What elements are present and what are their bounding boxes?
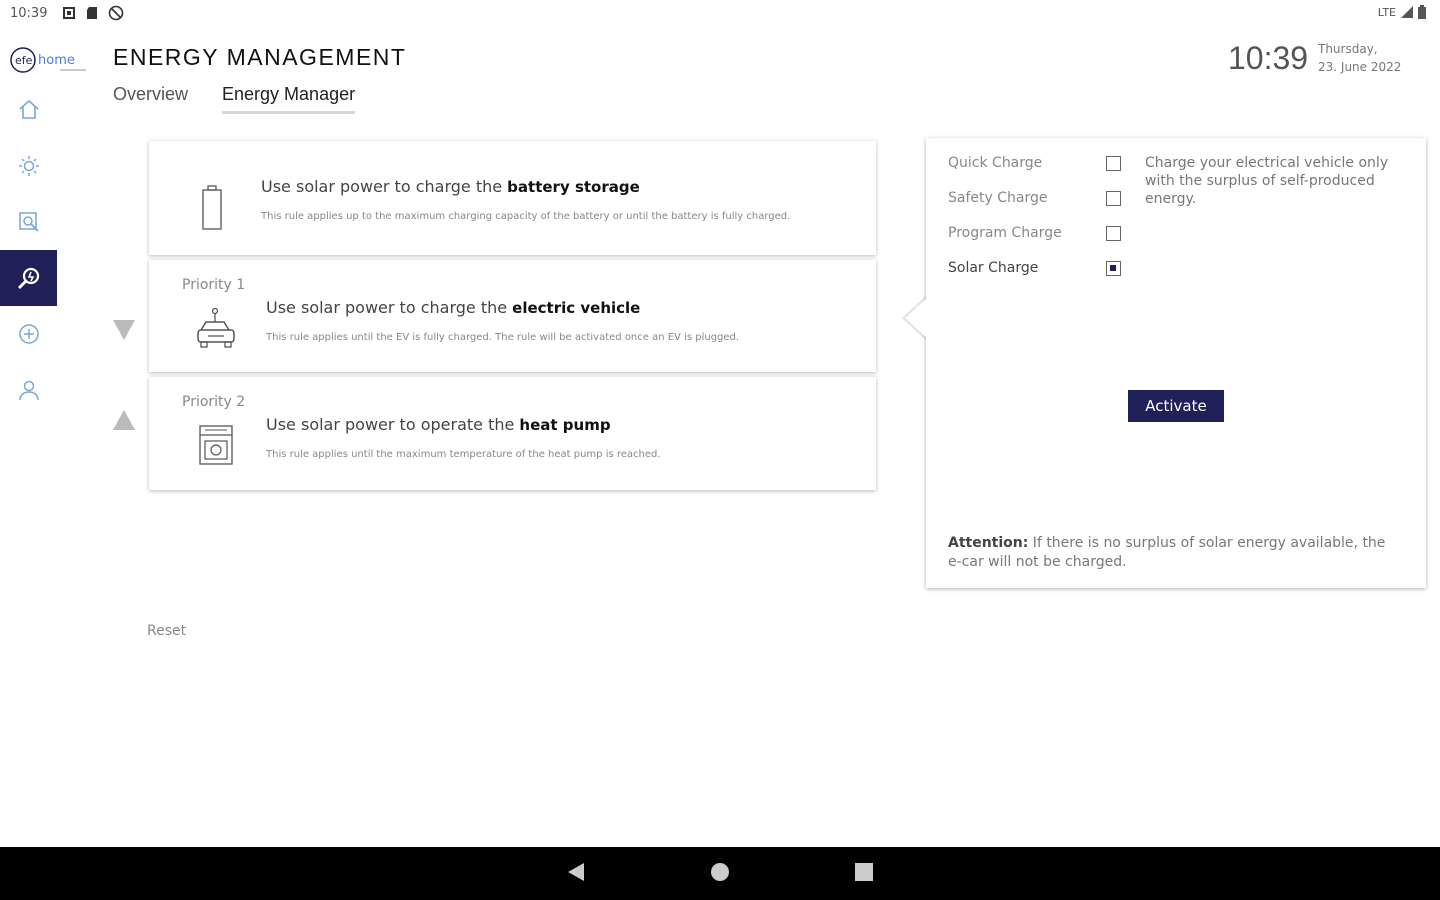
priority-label: Priority 2 [182, 394, 246, 410]
charge-mode-description: Charge your electrical vehicle only with… [1145, 155, 1389, 207]
page-title: ENERGY MANAGEMENT [113, 44, 407, 70]
move-down-arrow-icon[interactable] [113, 320, 135, 340]
rule-title-prefix: Use solar power to charge the [261, 177, 508, 196]
checkbox-safety-charge[interactable] [1106, 191, 1121, 206]
plus-circle-icon [18, 324, 39, 344]
heat-pump-icon [199, 425, 233, 465]
status-bar: 10:39 LTE [0, 0, 1440, 28]
charge-mode-panel: Quick Charge Safety Charge Program Charg… [926, 138, 1426, 588]
nav-solar[interactable] [0, 138, 57, 194]
rule-description: This rule applies until the EV is fully … [266, 332, 740, 343]
option-quick-charge: Quick Charge [948, 155, 1043, 171]
battery-icon [202, 185, 222, 230]
sd-card-icon [87, 7, 97, 19]
date-weekday: Thursday, [1318, 42, 1378, 56]
rule-title: Use solar power to charge the battery st… [261, 177, 640, 196]
option-program-charge: Program Charge [948, 225, 1062, 241]
chart-search-icon [18, 212, 39, 232]
nav-energy-manager[interactable] [0, 250, 57, 306]
network-type: LTE [1377, 5, 1396, 19]
battery-status-icon [1418, 5, 1426, 19]
date-day: 23. June 2022 [1318, 60, 1402, 74]
nav-home[interactable] [0, 82, 57, 138]
attention-note: Attention: If there is no surplus of sol… [948, 534, 1398, 572]
checkbox-program-charge[interactable] [1106, 226, 1121, 241]
activate-button[interactable]: Activate [1128, 390, 1224, 422]
rule-description: This rule applies up to the maximum char… [261, 211, 791, 222]
priority-label: Priority 1 [182, 277, 246, 293]
tab-energy-manager[interactable]: Energy Manager [222, 84, 356, 114]
rule-title: Use solar power to charge the electric v… [266, 298, 640, 317]
nav-add[interactable] [0, 306, 57, 362]
tab-bar: Overview Energy Manager [113, 84, 356, 114]
energy-manager-icon [17, 267, 39, 290]
home-icon [18, 99, 39, 119]
network-status: LTE [1378, 5, 1426, 19]
blocked-icon [108, 5, 124, 21]
back-icon[interactable] [566, 861, 586, 883]
sidebar [0, 82, 57, 418]
rule-card-ev[interactable]: Priority 1 Use solar power to charge the… [149, 260, 876, 372]
rule-description: This rule applies until the maximum temp… [266, 449, 661, 460]
attention-label: Attention: [948, 535, 1029, 551]
system-nav-bar [0, 847, 1440, 900]
option-safety-charge: Safety Charge [948, 190, 1048, 206]
status-icons [62, 5, 124, 21]
checkbox-solar-charge[interactable] [1106, 261, 1121, 276]
car-icon [197, 307, 235, 348]
reset-link[interactable]: Reset [147, 623, 186, 639]
nav-analysis[interactable] [0, 194, 57, 250]
logo-text-efe: efe [15, 54, 33, 67]
checkbox-quick-charge[interactable] [1106, 156, 1121, 171]
home-nav-icon[interactable] [710, 861, 730, 883]
rule-title-bold: battery storage [507, 178, 640, 196]
rule-title-prefix: Use solar power to charge the [266, 298, 513, 317]
rule-title: Use solar power to operate the heat pump [266, 415, 611, 434]
logo-text-home: home [38, 53, 75, 68]
option-solar-charge: Solar Charge [948, 260, 1039, 276]
clock: 10:39 [1228, 40, 1309, 76]
panel-pointer-fill [905, 298, 927, 338]
signal-icon [1401, 6, 1413, 18]
app-logo: efe home [10, 44, 90, 78]
recents-icon[interactable] [854, 861, 874, 883]
status-time: 10:39 [10, 6, 48, 21]
rule-title-bold: electric vehicle [512, 299, 641, 317]
move-up-arrow-icon[interactable] [113, 410, 135, 430]
nav-user[interactable] [0, 362, 57, 418]
notification-square-icon [63, 7, 75, 19]
user-icon [18, 380, 39, 401]
date: Thursday, 23. June 2022 [1318, 40, 1401, 76]
rule-title-bold: heat pump [519, 416, 611, 434]
sun-icon [18, 156, 39, 176]
rule-title-prefix: Use solar power to operate the [266, 415, 520, 434]
rule-card-battery[interactable]: Use solar power to charge the battery st… [149, 141, 876, 255]
rule-card-heat-pump[interactable]: Priority 2 Use solar power to operate th… [149, 377, 876, 490]
tab-overview[interactable]: Overview [113, 84, 188, 114]
